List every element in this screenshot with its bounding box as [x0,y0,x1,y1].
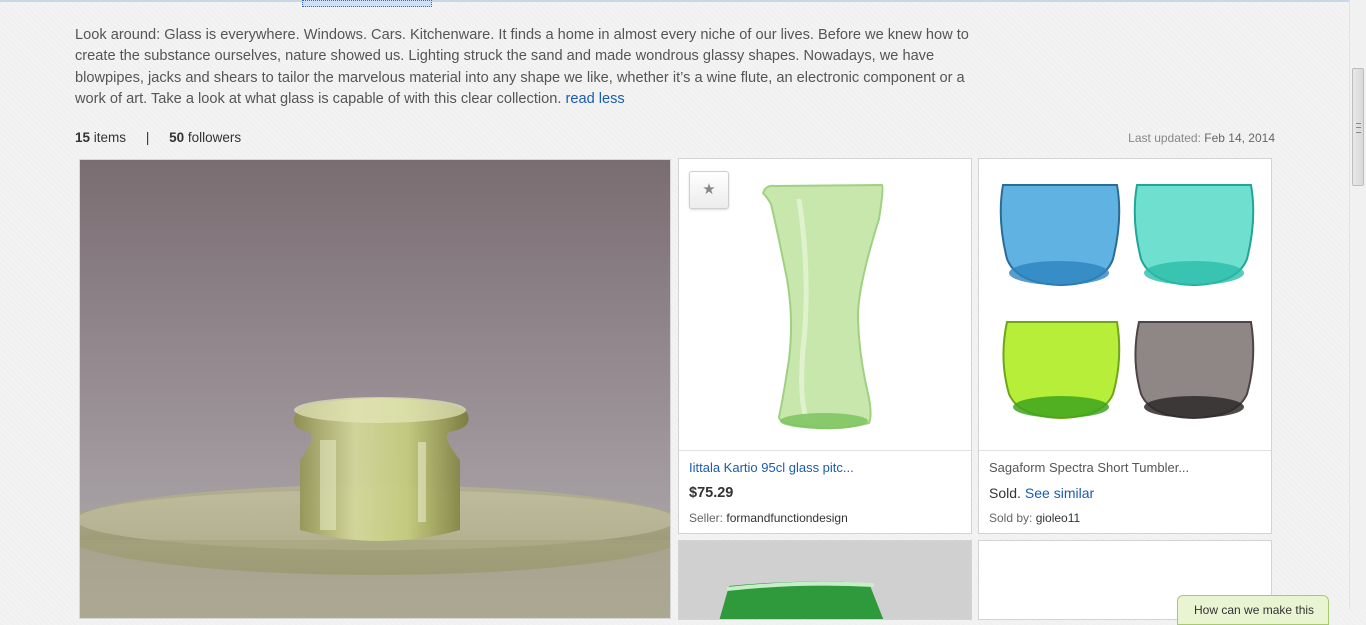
seller-name[interactable]: gioleo11 [1036,511,1080,525]
last-updated-date: Feb 14, 2014 [1204,131,1275,145]
collection-description: Look around: Glass is everywhere. Window… [75,25,980,110]
scrollbar-thumb[interactable] [1352,68,1364,186]
vertical-scrollbar[interactable] [1349,0,1366,609]
sold-by-label: Sold by: [989,511,1033,525]
see-similar-link[interactable]: See similar [1025,485,1094,501]
last-updated-colon: : [1197,131,1201,145]
seller-label: Seller: [689,511,724,525]
item-status: Sold. See similar [989,485,1094,501]
seller-name[interactable]: formandfunctiondesign [726,511,847,525]
top-border [0,0,1366,2]
item-price: $75.29 [689,485,734,501]
green-glass-photo [679,541,971,619]
collection-stats: 15 items | 50 followers [75,130,241,145]
followers-label[interactable]: followers [188,130,241,145]
scrollbar-grip-icon [1356,123,1361,133]
item-seller: Seller: formandfunctiondesign [689,511,848,525]
star-glyph: ★ [702,181,716,198]
item-title-tumbler[interactable]: Sagaform Spectra Short Tumbler... [989,460,1189,475]
item-card-green-glass[interactable] [678,540,972,620]
read-less-link[interactable]: read less [566,91,625,107]
sold-text: Sold. [989,485,1021,501]
item-card-tumbler[interactable]: Sagaform Spectra Short Tumbler... Sold. S… [978,158,1272,534]
last-updated: Last updated: Feb 14, 2014 [1128,131,1275,145]
items-label[interactable]: items [94,130,126,145]
item-image-tumbler[interactable] [979,159,1271,451]
selection-highlight [302,0,432,7]
feedback-tab[interactable]: How can we make this [1177,595,1329,625]
followers-count: 50 [169,130,185,145]
stats-separator: | [145,130,150,145]
star-icon[interactable]: ★ [689,171,729,209]
item-seller: Sold by: gioleo11 [989,511,1080,525]
hero-glass-photo [80,160,670,618]
item-image-pitcher[interactable]: ★ [679,159,971,451]
last-updated-label: Last updated [1128,131,1198,145]
item-card-pitcher[interactable]: ★ Iittala Kartio 95cl glass pitc... $75.… [678,158,972,534]
tumbler-photo [979,159,1271,450]
item-title-pitcher[interactable]: Iittala Kartio 95cl glass pitc... [689,460,854,475]
items-count: 15 [75,130,91,145]
hero-image[interactable] [79,159,671,619]
description-text: Look around: Glass is everywhere. Window… [75,27,969,107]
